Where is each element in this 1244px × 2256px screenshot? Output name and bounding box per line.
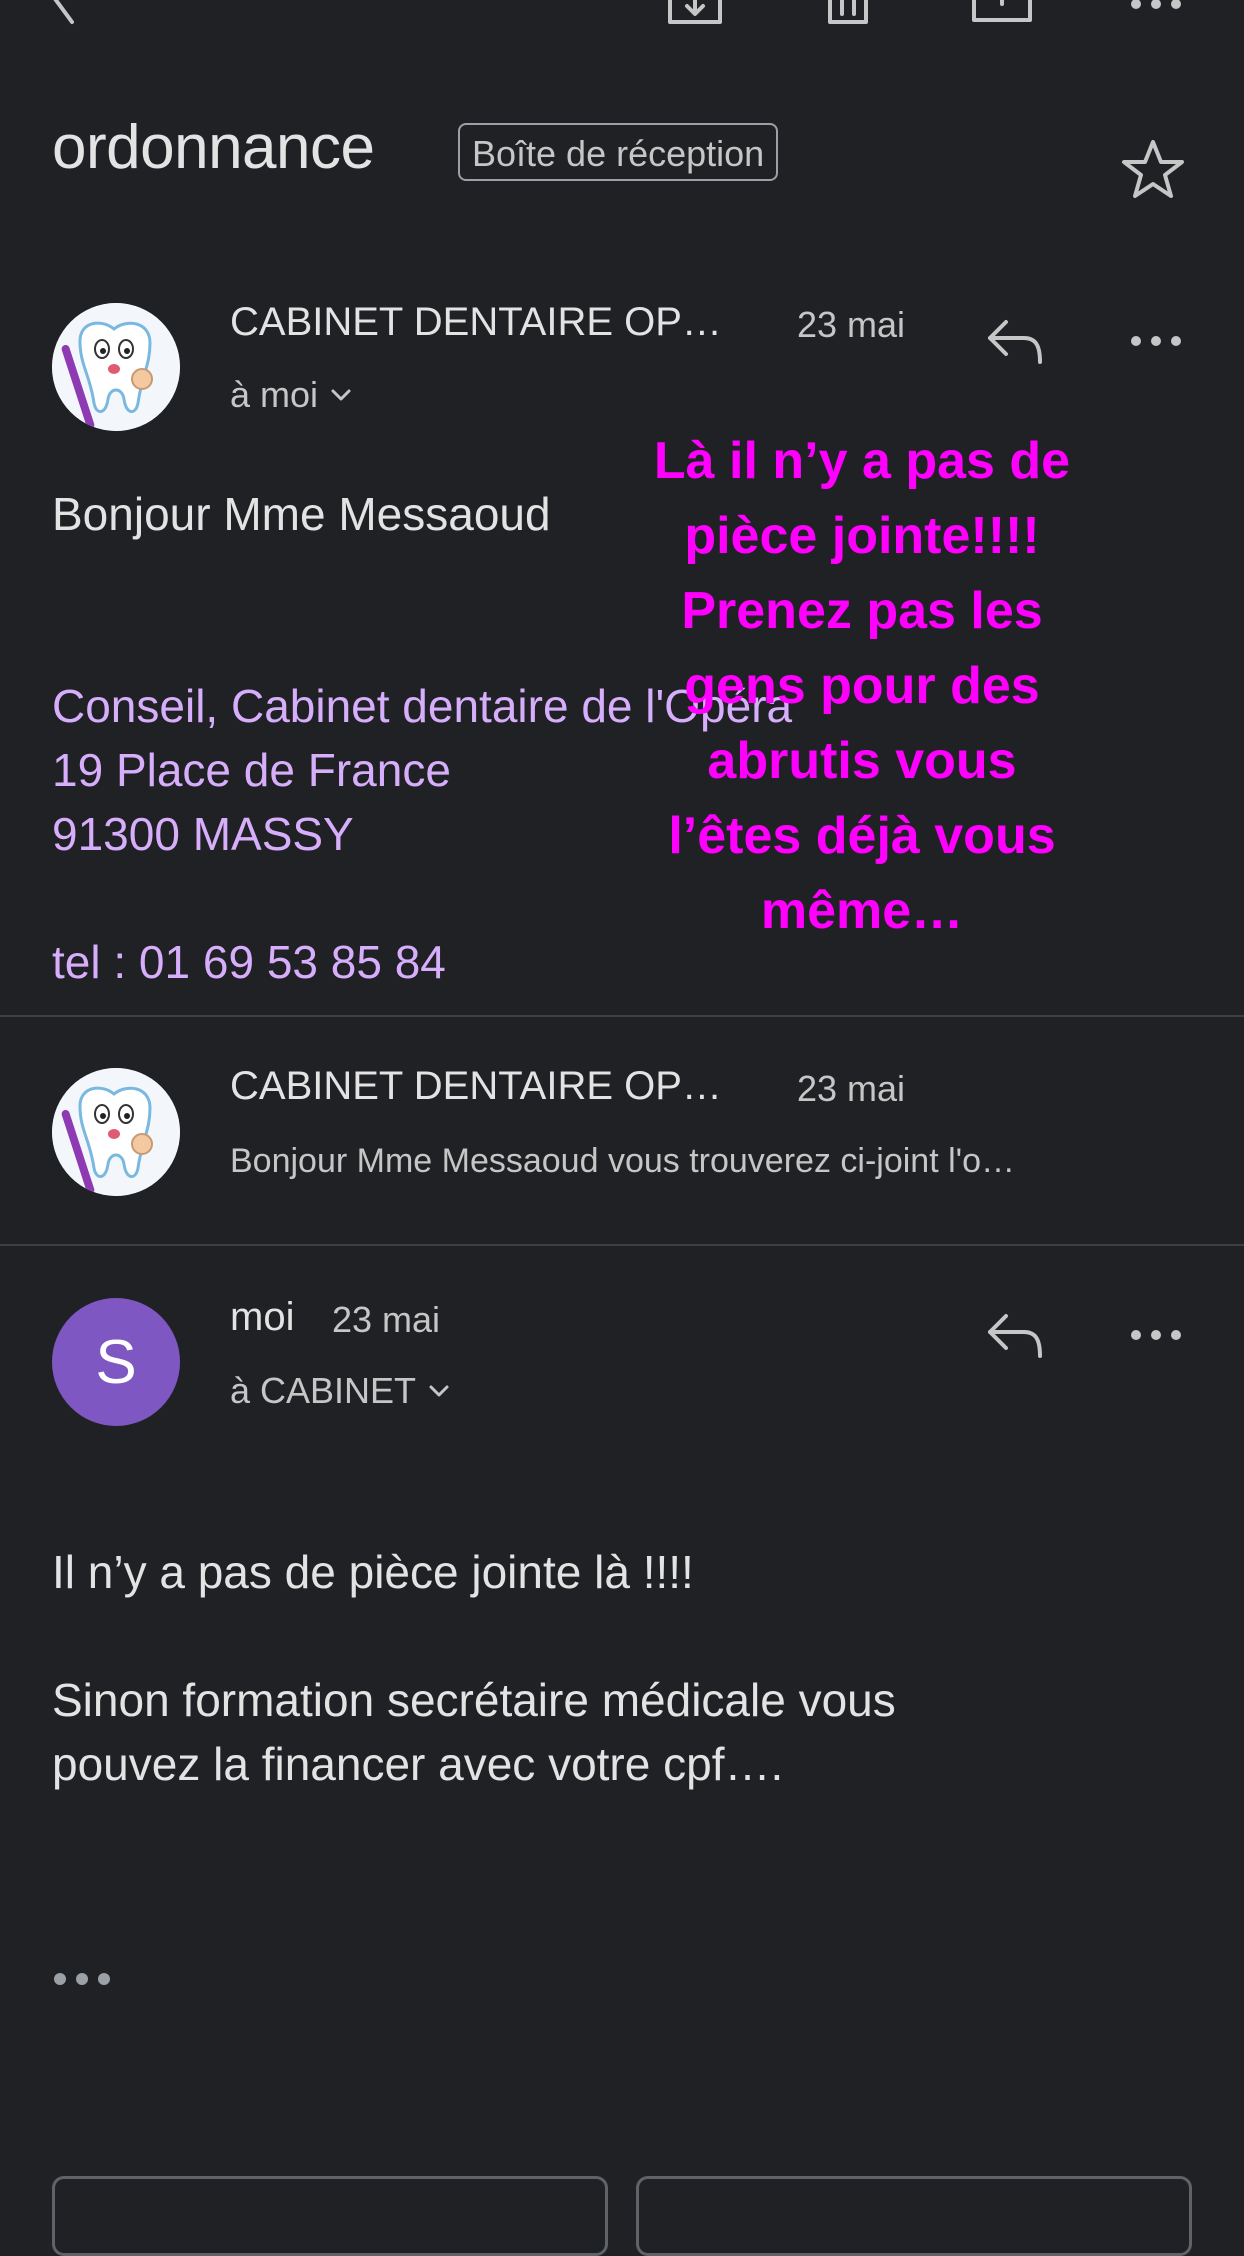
chevron-down-icon bbox=[331, 389, 351, 401]
reply-icon[interactable] bbox=[984, 316, 1046, 366]
message-date: 23 mai bbox=[332, 1299, 441, 1340]
user-avatar: S bbox=[52, 1298, 180, 1426]
back-arrow-icon[interactable] bbox=[40, 0, 100, 32]
chevron-down-icon bbox=[429, 1385, 449, 1397]
annotation-line: abrutis vous bbox=[707, 732, 1017, 790]
message-divider bbox=[0, 1015, 1244, 1017]
message-date: 23 mai bbox=[797, 304, 906, 345]
email-subject: ordonnance bbox=[52, 113, 375, 182]
archive-icon[interactable] bbox=[664, 0, 726, 28]
annotation-line: même… bbox=[760, 882, 964, 940]
delete-icon[interactable] bbox=[822, 0, 874, 28]
annotation-line: l’êtes déjà vous bbox=[668, 807, 1056, 865]
sender-name: CABINET DENTAIRE OP… bbox=[230, 300, 722, 344]
collapsed-message[interactable]: CABINET DENTAIRE OP… 23 mai Bonjour Mme … bbox=[230, 1060, 1210, 1210]
star-icon[interactable] bbox=[1120, 138, 1186, 202]
recipient-label: à moi bbox=[230, 374, 319, 415]
sender-avatar bbox=[52, 303, 180, 431]
more-options-icon[interactable] bbox=[1126, 0, 1186, 16]
annotation-line: pièce jointe!!!! bbox=[684, 507, 1040, 565]
reply-icon[interactable] bbox=[984, 1310, 1046, 1360]
sender-name: moi bbox=[230, 1295, 295, 1339]
annotation-line: gens pour des bbox=[684, 657, 1040, 715]
annotation-overlay: Là il n’y a pas de pièce jointe!!!! Pren… bbox=[590, 424, 1134, 949]
body-line: Sinon formation secrétaire médicale vous bbox=[52, 1674, 896, 1726]
more-options-icon[interactable] bbox=[1126, 1318, 1186, 1352]
recipient-details-toggle[interactable]: à CABINET bbox=[230, 1370, 452, 1412]
body-line: Il n’y a pas de pièce jointe là !!!! bbox=[52, 1546, 694, 1598]
body-line: pouvez la financer avec votre cpf…. bbox=[52, 1738, 784, 1790]
reply-button[interactable] bbox=[52, 2176, 608, 2256]
message-date: 23 mai bbox=[797, 1068, 906, 1109]
recipient-details-toggle[interactable]: à moi bbox=[230, 374, 354, 416]
recipient-label: à CABINET bbox=[230, 1370, 417, 1411]
mark-unread-icon[interactable] bbox=[968, 0, 1036, 26]
more-options-icon[interactable] bbox=[1126, 324, 1186, 358]
annotation-line: Là il n’y a pas de bbox=[653, 432, 1071, 490]
annotation-line: Prenez pas les bbox=[681, 582, 1043, 640]
sender-name: CABINET DENTAIRE OP… bbox=[230, 1064, 722, 1108]
tooth-mascot-icon bbox=[52, 303, 180, 431]
tooth-mascot-icon bbox=[52, 1068, 180, 1196]
message-divider bbox=[0, 1244, 1244, 1246]
message-body: Il n’y a pas de pièce jointe là !!!! Sin… bbox=[52, 1540, 896, 1796]
message-greeting: Bonjour Mme Messaoud bbox=[52, 488, 551, 540]
show-trimmed-content-icon[interactable] bbox=[52, 1964, 112, 1994]
message-snippet: Bonjour Mme Messaoud vous trouverez ci-j… bbox=[230, 1142, 1016, 1180]
forward-button[interactable] bbox=[636, 2176, 1192, 2256]
sender-avatar bbox=[52, 1068, 180, 1196]
inbox-label-chip[interactable]: Boîte de réception bbox=[458, 123, 779, 181]
